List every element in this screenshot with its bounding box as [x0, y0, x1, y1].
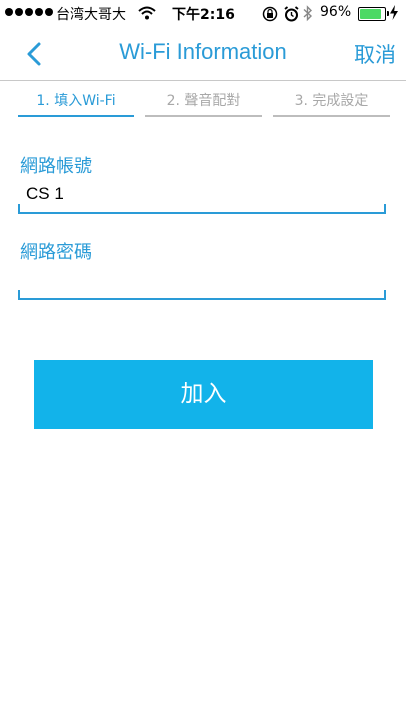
- page-title: Wi-Fi Information: [119, 39, 287, 64]
- password-input[interactable]: [26, 266, 376, 294]
- status-bar: 台湾大哥大 下午2:16 96%: [0, 0, 406, 28]
- charging-bolt-icon: [390, 5, 398, 20]
- wifi-icon: [138, 6, 156, 20]
- clock-time: 下午2:16: [172, 7, 235, 23]
- rotation-lock-icon: [262, 6, 278, 22]
- setup-steps: 1. 填入Wi-Fi 2. 聲音配對 3. 完成設定: [18, 90, 390, 118]
- battery-fill: [360, 9, 382, 19]
- navigation-bar: Wi-Fi Information 取消: [0, 28, 406, 81]
- carrier-name: 台湾大哥大: [56, 7, 126, 23]
- password-field-container: [18, 264, 386, 300]
- signal-strength-icon: [5, 8, 53, 16]
- cancel-button[interactable]: 取消: [354, 39, 396, 69]
- step-complete-setup[interactable]: 3. 完成設定: [273, 90, 390, 117]
- battery-percent: 96%: [320, 4, 352, 20]
- battery-icon: [358, 7, 389, 21]
- ssid-label: 網路帳號: [20, 156, 92, 177]
- ssid-input[interactable]: [26, 180, 376, 208]
- ssid-field-container: [18, 178, 386, 214]
- join-button[interactable]: 加入: [34, 360, 373, 429]
- step-sound-pairing[interactable]: 2. 聲音配對: [145, 90, 262, 117]
- alarm-clock-icon: [284, 6, 299, 22]
- password-label: 網路密碼: [20, 242, 92, 263]
- step-fill-wifi[interactable]: 1. 填入Wi-Fi: [18, 90, 134, 117]
- bluetooth-icon: [303, 5, 313, 22]
